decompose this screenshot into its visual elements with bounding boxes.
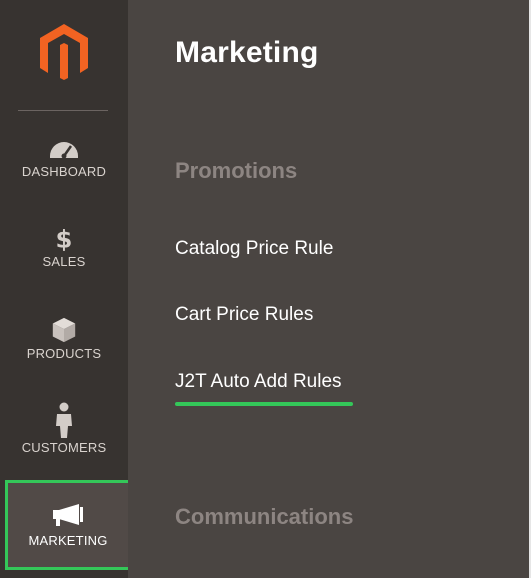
sidebar-item-products[interactable]: PRODUCTS <box>0 316 128 361</box>
sidebar-item-label: SALES <box>42 254 86 269</box>
speedometer-icon <box>50 142 78 159</box>
sidebar-item-label: CUSTOMERS <box>21 440 107 455</box>
panel-title: Marketing <box>175 36 319 69</box>
sidebar-item-label: MARKETING <box>28 533 108 548</box>
sidebar-item-dashboard[interactable]: DASHBOARD <box>0 134 128 179</box>
admin-frame: DASHBOARD $ SALES PRODUCTS CUSTOMERS MAR… <box>0 0 531 578</box>
menu-link-j2t-auto-add-rules[interactable]: J2T Auto Add Rules <box>175 371 342 393</box>
sidebar-item-label: DASHBOARD <box>21 164 107 179</box>
menu-link-cart-price-rules[interactable]: Cart Price Rules <box>175 304 313 326</box>
sidebar-item-sales[interactable]: $ SALES <box>0 224 128 269</box>
magento-logo[interactable] <box>38 22 90 80</box>
sidebar-item-label: PRODUCTS <box>26 346 102 361</box>
logo-divider <box>18 110 108 111</box>
box-icon <box>52 317 76 343</box>
section-title-communications: Communications <box>175 504 354 529</box>
section-title-promotions: Promotions <box>175 158 298 183</box>
sidebar-item-marketing[interactable]: MARKETING <box>5 480 131 570</box>
megaphone-icon <box>53 504 83 526</box>
svg-text:$: $ <box>56 224 73 252</box>
highlight-underline <box>175 402 353 406</box>
admin-sidebar: DASHBOARD $ SALES PRODUCTS CUSTOMERS MAR… <box>0 0 131 578</box>
marketing-flyout-panel: Marketing Promotions Catalog Price Rule … <box>128 0 529 578</box>
person-icon <box>56 402 72 438</box>
menu-link-catalog-price-rule[interactable]: Catalog Price Rule <box>175 238 333 260</box>
sidebar-item-customers[interactable]: CUSTOMERS <box>0 402 128 455</box>
dollar-icon: $ <box>56 224 73 252</box>
